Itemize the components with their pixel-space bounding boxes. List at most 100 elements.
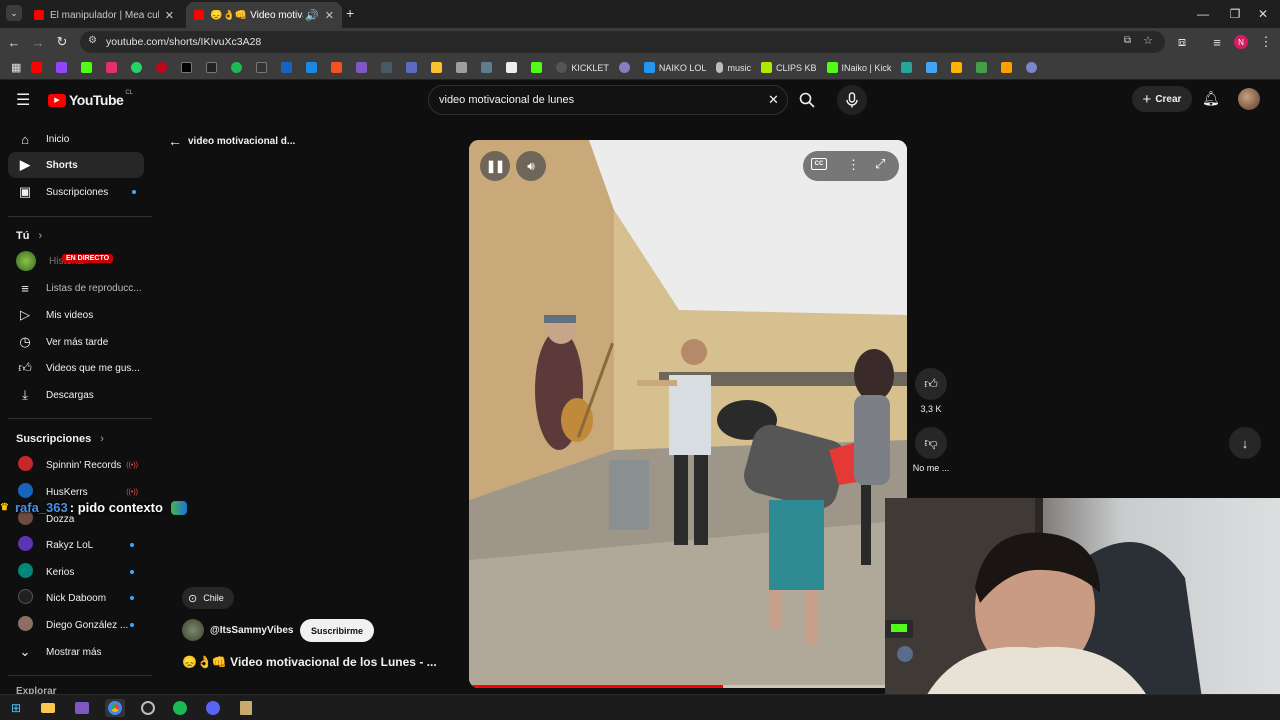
sidebar-item-shorts[interactable]: ▶ Shorts [8, 152, 144, 178]
speaker-icon[interactable]: 🔊 [305, 9, 319, 22]
video-progress-track[interactable] [469, 685, 907, 688]
chrome-icon[interactable] [105, 699, 125, 717]
sidebar-channel[interactable]: Rakyz LoL [8, 532, 144, 558]
captions-icon[interactable]: CC [811, 158, 827, 170]
bookmark-whatsapp-icon[interactable] [126, 58, 151, 78]
search-button[interactable] [790, 85, 824, 115]
create-button[interactable]: + Crear [1132, 86, 1192, 112]
bookmark-site-icon[interactable] [351, 58, 376, 78]
sidebar-item-inicio[interactable]: ⌂ Inicio [8, 126, 144, 152]
subscriptions-section-heading[interactable]: Suscripciones › [16, 433, 104, 445]
notifications-bell-icon[interactable]: 🔔︎ [1202, 90, 1220, 107]
sidebar-item-videos-gustan[interactable]: 👍︎ Videos que me gus... [8, 355, 144, 381]
voice-search-button[interactable] [837, 85, 867, 115]
bookmark-spotify-icon[interactable] [226, 58, 251, 78]
forward-arrow-icon[interactable]: → [28, 32, 48, 52]
bookmark-site-icon[interactable] [614, 58, 639, 78]
bookmark-site-icon[interactable] [971, 58, 996, 78]
discord-icon[interactable] [203, 699, 223, 717]
league-client-icon[interactable] [236, 699, 256, 717]
file-explorer-icon[interactable] [38, 699, 58, 717]
back-arrow-icon[interactable]: ← [4, 32, 24, 52]
bookmark-site-icon[interactable] [501, 58, 526, 78]
apps-grid-icon[interactable]: ▦ [6, 58, 26, 78]
youtube-logo[interactable]: ▶ YouTube CL [48, 90, 133, 108]
sidebar-channel[interactable]: Diego González ... [8, 612, 144, 638]
bookmark-clips-kb[interactable]: CLIPS KB [756, 58, 822, 78]
new-tab-button[interactable]: + [346, 5, 354, 21]
extensions-icon[interactable]: ⧈ [1172, 32, 1192, 52]
bookmark-site-icon[interactable] [896, 58, 921, 78]
sidebar-item-mis-videos[interactable]: ▷ Mis videos [8, 302, 144, 328]
bookmark-kick-icon[interactable] [76, 58, 101, 78]
bookmark-pinterest-icon[interactable] [151, 58, 176, 78]
address-bar[interactable]: ⚙ youtube.com/shorts/IKIvuXc3A28 ⧉ ☆ [80, 31, 1165, 53]
more-options-icon[interactable]: ⋮ [847, 157, 860, 173]
bookmark-site-icon[interactable] [476, 58, 501, 78]
bookmark-site-icon[interactable] [426, 58, 451, 78]
channel-name[interactable]: @ItsSammyVibes [210, 625, 294, 636]
bookmark-music[interactable]: music [711, 58, 756, 78]
sidebar-item-ver-mas-tarde[interactable]: ◷ Ver más tarde [8, 329, 144, 355]
bookmark-x-icon[interactable] [176, 58, 201, 78]
bookmark-site-icon[interactable] [921, 58, 946, 78]
close-tab-icon[interactable]: ✕ [165, 9, 174, 22]
you-section-heading[interactable]: Tú › [16, 230, 42, 242]
location-chip[interactable]: ⊙ Chile [182, 587, 234, 609]
bookmark-site-icon[interactable] [376, 58, 401, 78]
menu-kebab-icon[interactable]: ⋮ [1256, 32, 1276, 52]
reload-icon[interactable]: ↻ [52, 32, 72, 52]
dislike-button[interactable]: 👎︎ [915, 427, 947, 459]
browser-tab-2[interactable]: 😞👌👊 Video motivacional 🔊 ✕ [186, 2, 342, 28]
sidebar-item-listas[interactable]: ≡ Listas de reproducc... [8, 275, 144, 301]
spotify-icon[interactable] [170, 699, 190, 717]
windows-start-icon[interactable]: ⊞ [6, 699, 26, 717]
sidebar-channel[interactable]: Spinnin' Records ((•)) [8, 452, 144, 478]
volume-button[interactable]: 🔊︎ [516, 151, 546, 181]
bookmark-site-icon[interactable] [526, 58, 551, 78]
pause-button[interactable]: ❚❚ [480, 151, 510, 181]
minimize-icon[interactable]: — [1186, 0, 1220, 28]
bookmark-threads-icon[interactable] [201, 58, 226, 78]
bookmark-kicklet[interactable]: KICKLET [551, 58, 614, 78]
bookmark-site-icon[interactable] [276, 58, 301, 78]
bookmark-twitch-icon[interactable] [51, 58, 76, 78]
like-button[interactable]: 👍︎ [915, 368, 947, 400]
site-info-icon[interactable]: ⚙ [88, 35, 97, 46]
browser-tab-1[interactable]: El manipulador | Mea culpa - T ✕ [26, 2, 182, 28]
short-title[interactable]: 😞👌👊 Video motivacional de los Lunes - ..… [182, 655, 437, 669]
media-app-icon[interactable] [72, 699, 92, 717]
bookmark-inaiko-kick[interactable]: INaiko | Kick [822, 58, 897, 78]
obs-icon[interactable] [138, 699, 158, 717]
bookmark-naiko-lol[interactable]: NAIKO LOL [639, 58, 712, 78]
sidebar-item-descargas[interactable]: ⤓ Descargas [8, 382, 144, 408]
tab-search-button[interactable]: ⌄ [6, 5, 22, 21]
bookmark-site-icon[interactable] [996, 58, 1021, 78]
close-tab-icon[interactable]: ✕ [325, 9, 334, 22]
channel-avatar[interactable] [182, 619, 204, 641]
close-window-icon[interactable]: ✕ [1246, 0, 1280, 28]
bookmark-youtube-icon[interactable] [26, 58, 51, 78]
bookmark-site-icon[interactable] [251, 58, 276, 78]
install-app-icon[interactable]: ⧉ [1124, 35, 1131, 46]
clear-search-icon[interactable]: ✕ [768, 92, 779, 108]
bookmark-site-icon[interactable] [326, 58, 351, 78]
bookmark-star-icon[interactable]: ☆ [1143, 34, 1153, 47]
sidebar-channel[interactable]: Nick Daboom [8, 585, 144, 611]
subscribe-button[interactable]: Suscribirme [300, 619, 375, 642]
search-input[interactable]: video motivacional de lunes ✕ [428, 85, 788, 115]
short-video-player[interactable]: ❚❚ 🔊︎ CC ⋮ ⤢ [469, 140, 907, 688]
user-avatar[interactable] [1238, 88, 1260, 110]
hamburger-menu-icon[interactable]: ☰ [16, 90, 30, 110]
next-short-button[interactable]: ↓ [1229, 427, 1261, 459]
sidebar-channel[interactable]: Kerios [8, 559, 144, 585]
bookmark-site-icon[interactable] [401, 58, 426, 78]
bookmark-site-icon[interactable] [301, 58, 326, 78]
bookmark-site-icon[interactable] [1021, 58, 1046, 78]
bookmark-site-icon[interactable] [451, 58, 476, 78]
media-control-icon[interactable]: ≡ [1207, 32, 1227, 52]
profile-avatar[interactable]: N [1234, 35, 1248, 49]
sidebar-item-suscripciones[interactable]: ▣ Suscripciones [8, 179, 144, 205]
bookmark-site-icon[interactable] [946, 58, 971, 78]
bookmark-instagram-icon[interactable] [101, 58, 126, 78]
